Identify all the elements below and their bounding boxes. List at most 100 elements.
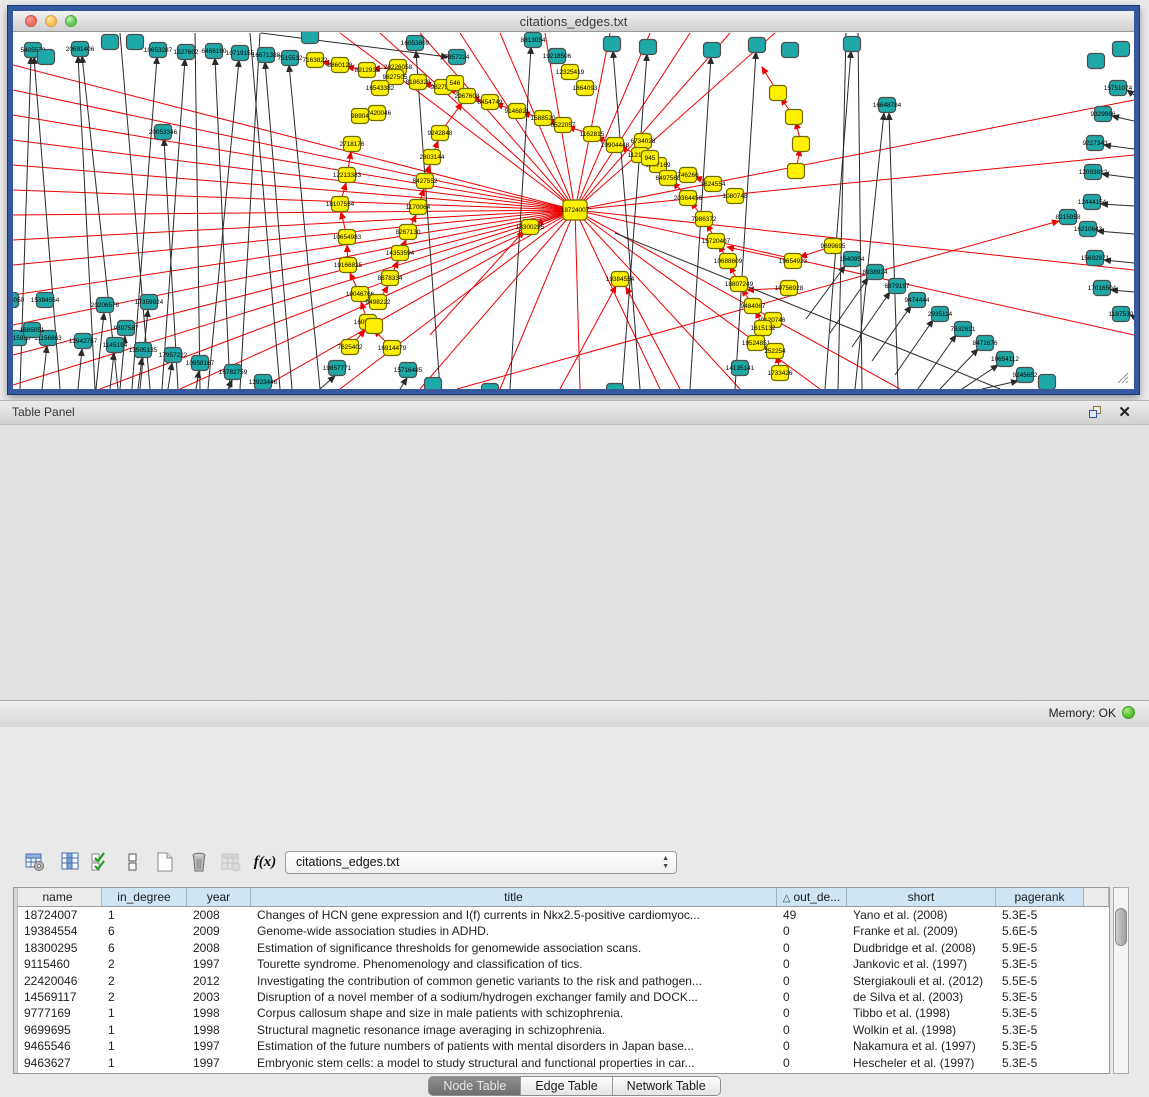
graph-node[interactable]: 12093832 [1079,165,1108,180]
citation-edge-black[interactable] [42,346,47,389]
cell-in_degree[interactable]: 1 [102,1038,187,1054]
citation-edge-black[interactable] [613,51,640,389]
graph-node[interactable] [607,384,624,390]
citation-edge-black[interactable] [895,320,933,375]
citation-edge-black[interactable] [215,58,230,389]
graph-node[interactable]: 16210643 [1074,222,1103,237]
cell-pagerank[interactable]: 5.3E-5 [996,989,1084,1005]
cell-year[interactable]: 2003 [187,989,251,1005]
graph-node[interactable]: 16671388 [252,48,281,63]
graph-node[interactable] [102,35,119,50]
graph-node[interactable]: 15692971 [1081,251,1110,266]
graph-node[interactable]: 9329966 [1091,107,1116,122]
graph-node[interactable]: 8267130 [396,225,421,240]
cell-name[interactable]: 9115460 [18,956,102,972]
citation-edge-black[interactable] [830,278,868,333]
graph-node[interactable]: 6879197 [885,279,910,294]
table-row[interactable]: 1456911722003Disruption of a novel membe… [18,989,1109,1005]
citation-edge-black[interactable] [195,33,200,389]
graph-node[interactable] [1113,42,1130,57]
graph-node[interactable]: 8186328 [406,75,431,90]
cell-in_degree[interactable]: 6 [102,923,187,939]
citation-edge-red[interactable] [260,210,575,389]
cell-year[interactable]: 1997 [187,1055,251,1071]
cell-title[interactable]: Genome-wide association studies in ADHD. [251,923,777,939]
cell-out_degree[interactable]: 0 [777,1038,847,1054]
cell-name[interactable]: 19384554 [18,923,102,939]
citation-edge-black[interactable] [510,47,531,389]
cell-pagerank[interactable]: 5.3E-5 [996,1022,1084,1038]
cell-name[interactable]: 9463627 [18,1055,102,1071]
citation-edge-black[interactable] [825,51,851,389]
graph-node[interactable]: 3624554 [701,177,726,192]
cell-in_degree[interactable]: 1 [102,907,187,923]
citation-edge-black[interactable] [1104,145,1134,149]
graph-node[interactable]: 9699695 [821,239,846,254]
graph-node[interactable]: 2803144 [420,150,445,165]
cell-year[interactable]: 1998 [187,1005,251,1021]
cell-pagerank[interactable]: 5.6E-5 [996,923,1084,939]
graph-node[interactable] [782,43,799,58]
graph-node[interactable]: 9397587 [114,321,139,336]
graph-node[interactable]: 17016504 [1088,281,1117,296]
tab-node-table[interactable]: Node Table [429,1077,521,1095]
graph-node[interactable]: 12325419 [556,65,585,80]
citation-edge-black[interactable] [416,51,440,389]
graph-node[interactable] [366,319,383,334]
cell-title[interactable]: Tourette syndrome. Phenomenology and cla… [251,956,777,972]
create-column-button[interactable] [152,849,178,875]
cell-out_degree[interactable]: 0 [777,1005,847,1021]
graph-node[interactable] [482,384,499,390]
graph-node[interactable]: 8215958 [1056,210,1081,225]
graph-node[interactable]: 9245652 [1013,368,1038,383]
citation-edge-black[interactable] [940,349,978,389]
citation-edge-red[interactable] [575,33,650,210]
graph-node[interactable]: 16914479 [378,341,407,356]
cell-pagerank[interactable]: 5.3E-5 [996,1055,1084,1071]
cell-short[interactable]: Hescheler et al. (1997) [847,1055,996,1071]
cell-year[interactable]: 2009 [187,923,251,939]
graph-node[interactable]: 7515532 [278,51,303,66]
cell-out_degree[interactable]: 0 [777,1022,847,1038]
graph-node[interactable] [604,37,621,52]
graph-node[interactable]: 9146821 [505,104,530,119]
graph-node[interactable]: 18107554 [326,197,355,212]
table-settings-button[interactable] [22,849,48,875]
citation-edge-black[interactable] [78,349,82,389]
network-graph[interactable]: 1872400718300295193845547163822886012889… [13,32,1134,389]
graph-node[interactable]: 15751074 [1104,81,1133,96]
cell-in_degree[interactable]: 1 [102,1005,187,1021]
graph-node[interactable]: 9227343 [1083,136,1108,151]
citation-edge-black[interactable] [1097,231,1134,234]
column-header-name[interactable]: name [14,888,102,906]
graph-node[interactable]: 7625402 [338,340,363,355]
graph-node[interactable]: 2967608 [455,89,480,104]
graph-node[interactable]: 20206576 [91,298,120,313]
column-header-short[interactable]: short [847,888,996,906]
graph-node[interactable]: 19218506 [543,49,572,64]
citation-edge-black[interactable] [289,65,320,389]
citation-edge-red[interactable] [13,210,575,265]
graph-node[interactable] [704,43,721,58]
cell-out_degree[interactable]: 0 [777,1055,847,1071]
table-row[interactable]: 1872400712008Changes of HCN gene express… [18,907,1109,923]
cell-pagerank[interactable]: 5.5E-5 [996,973,1084,989]
cell-name[interactable]: 9777169 [18,1005,102,1021]
graph-node[interactable] [793,137,810,152]
cell-title[interactable]: Investigating the contribution of common… [251,973,777,989]
network-graph-canvas[interactable]: 1872400718300295193845547163822886012889… [13,32,1134,389]
cell-year[interactable]: 1998 [187,1022,251,1038]
tab-network-table[interactable]: Network Table [613,1077,720,1095]
graph-node[interactable]: 8912935 [355,63,380,78]
graph-node[interactable]: 7632621 [951,322,976,337]
citation-edge-black[interactable] [208,60,239,389]
cell-out_degree[interactable]: 0 [777,940,847,956]
cell-name[interactable]: 9699695 [18,1022,102,1038]
graph-node[interactable] [425,378,442,390]
cell-out_degree[interactable]: 0 [777,923,847,939]
graph-node[interactable]: 9242848 [428,126,453,141]
citation-edge-black[interactable] [400,378,407,389]
graph-node[interactable]: 15384554 [31,293,60,308]
cell-year[interactable]: 2012 [187,973,251,989]
citation-edge-black[interactable] [806,266,845,319]
